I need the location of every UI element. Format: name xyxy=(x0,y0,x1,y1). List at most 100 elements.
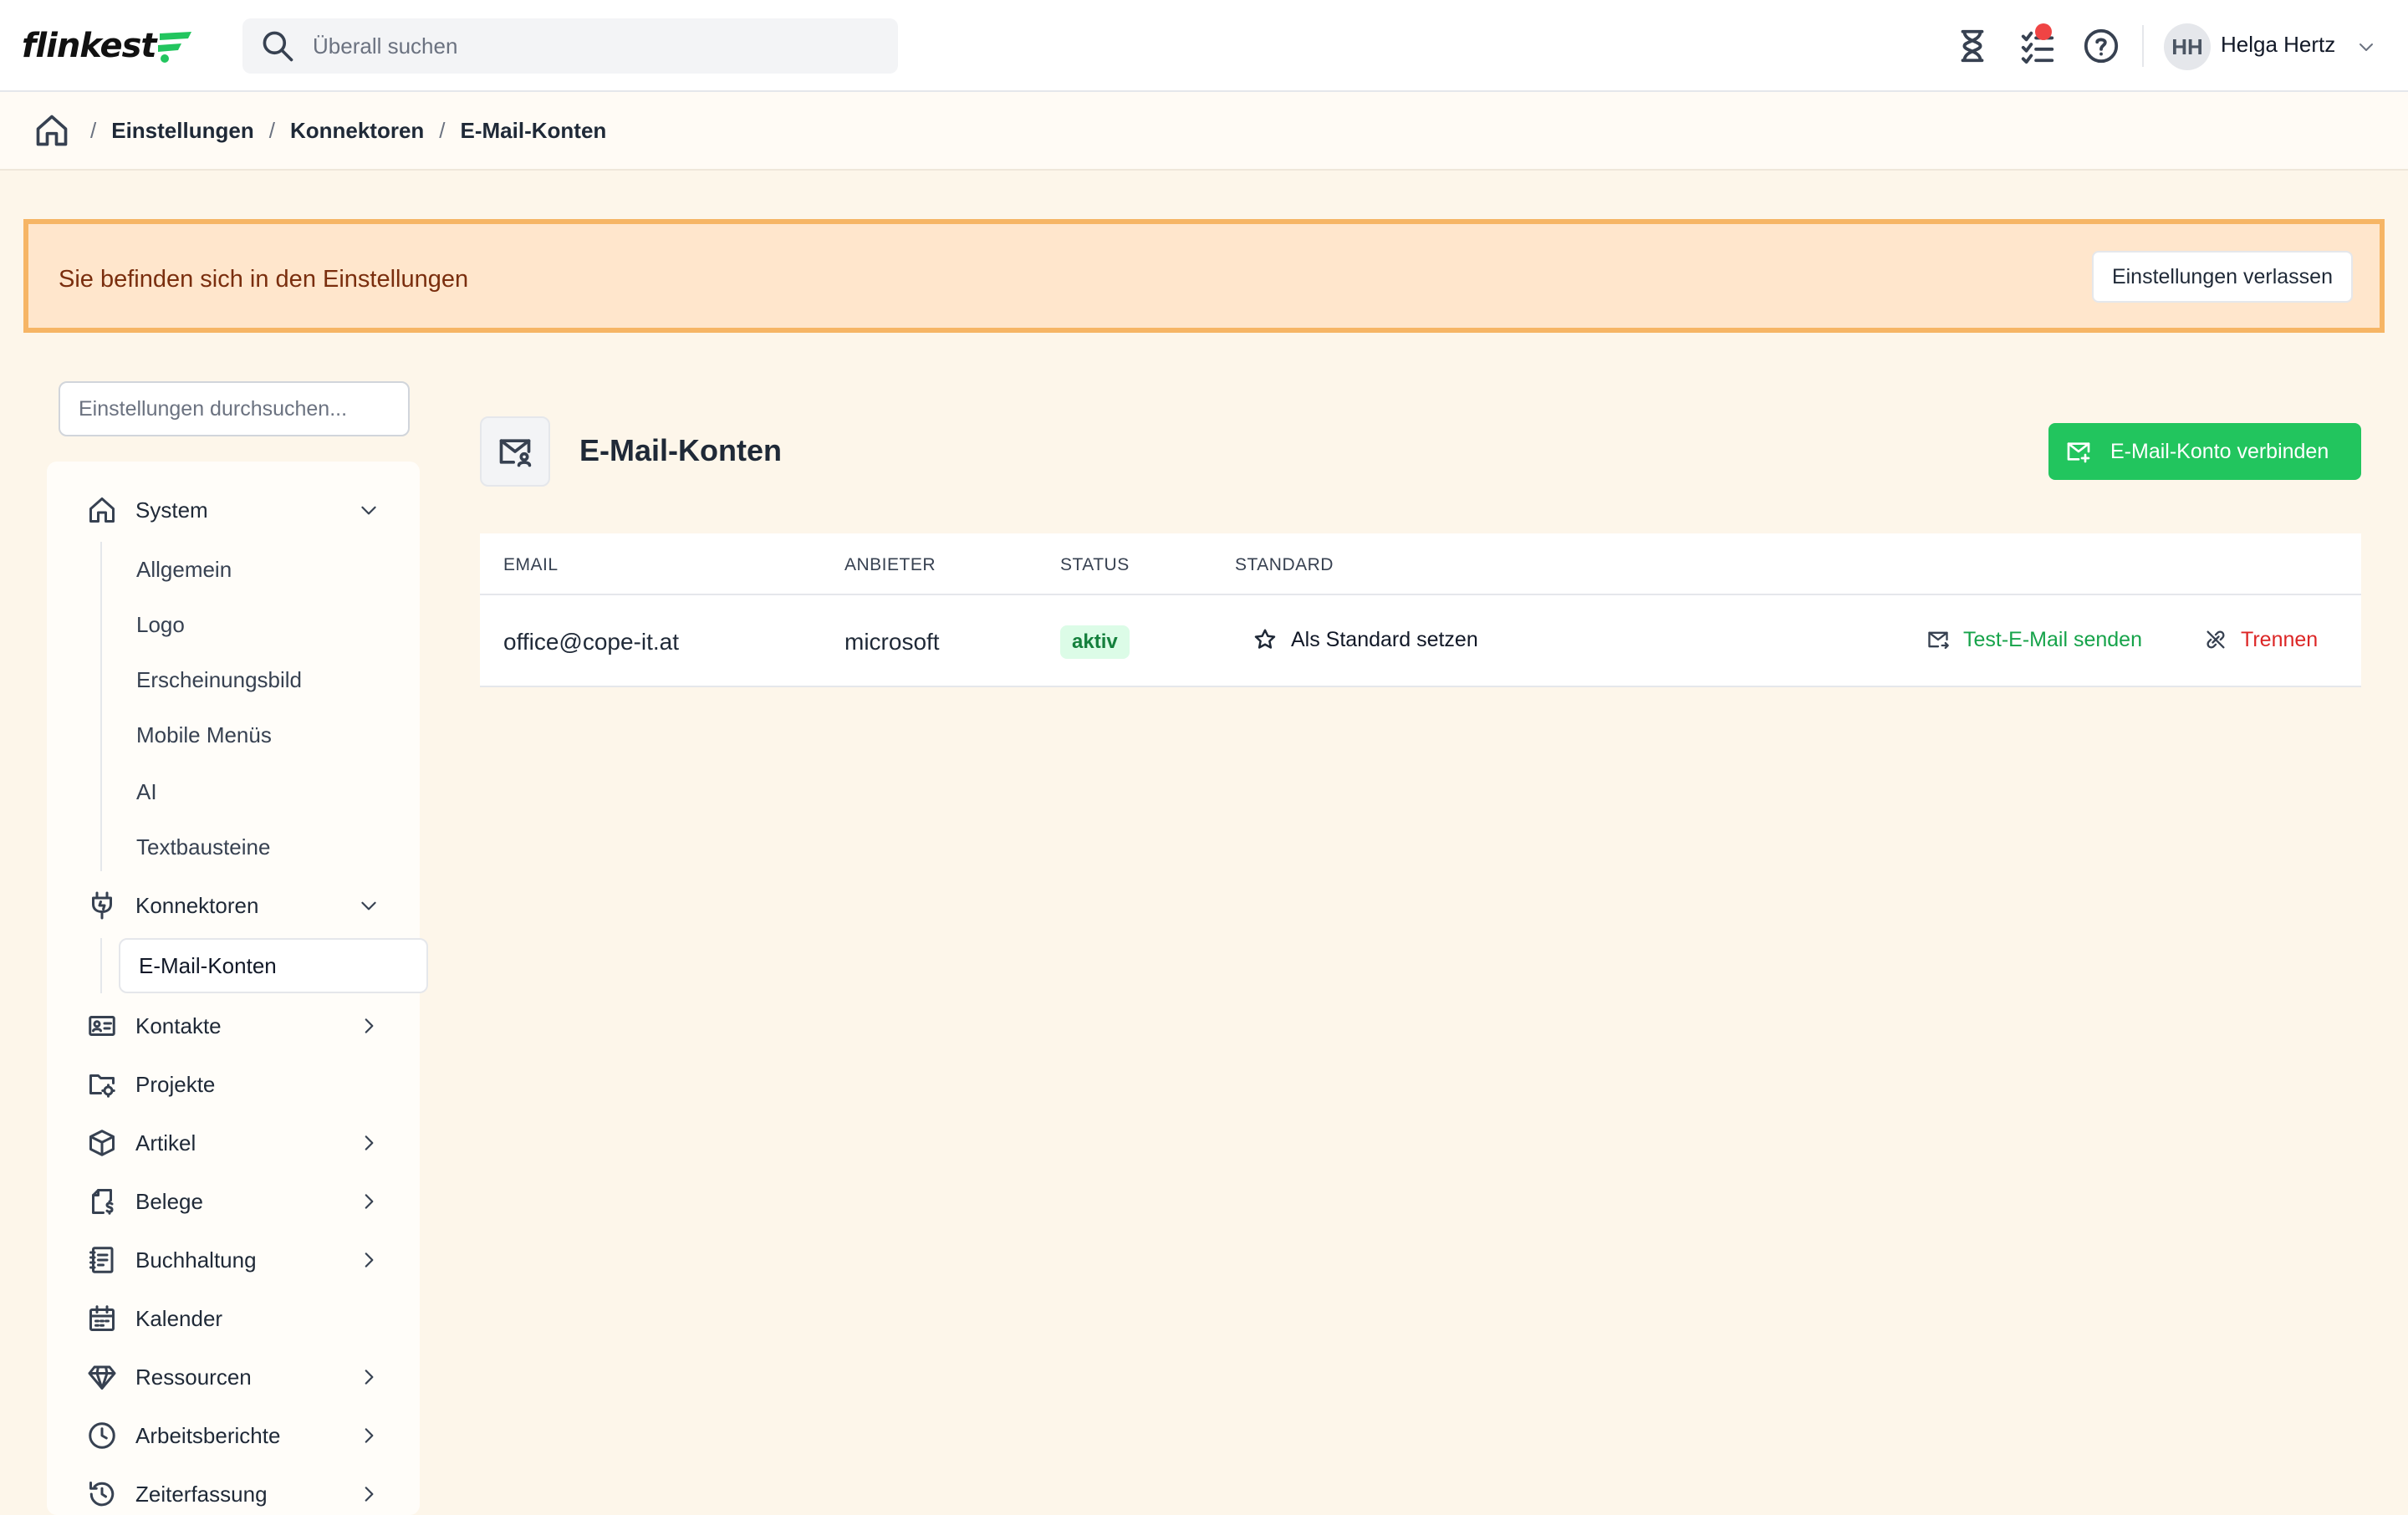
sidebar-item-label: Buchhaltung xyxy=(135,1247,257,1273)
disconnect-button[interactable]: Trennen xyxy=(2204,620,2318,659)
page-title: E-Mail-Konten xyxy=(579,433,782,467)
sidebar-item-label: Kontakte xyxy=(135,1013,222,1038)
breadcrumb-separator: / xyxy=(439,117,446,143)
disconnect-label: Trennen xyxy=(2241,627,2319,651)
sidebar-item-ressourcen[interactable]: Ressourcen xyxy=(87,1359,388,1395)
column-header-status: STATUS xyxy=(1060,555,1130,574)
status-badge: aktiv xyxy=(1060,625,1130,659)
star-icon xyxy=(1254,629,1276,649)
sidebar-subitem-mobile-menues[interactable]: Mobile Menüs xyxy=(136,722,272,748)
chevron-right-icon xyxy=(365,1194,374,1209)
topbar-divider xyxy=(2142,25,2144,67)
banner-text: Sie befinden sich in den Einstellungen xyxy=(59,266,469,293)
sidebar-item-zeiterfassung[interactable]: Zeiterfassung xyxy=(87,1476,388,1512)
breadcrumb-separator: / xyxy=(268,117,275,143)
sidebar-subitem-ai[interactable]: AI xyxy=(136,779,157,805)
chevron-right-icon xyxy=(365,1252,374,1268)
email-accounts-table: EMAIL ANBIETER STATUS STANDARD office@co… xyxy=(480,533,2361,687)
sidebar-item-label: Projekte xyxy=(135,1071,216,1097)
chevron-right-icon xyxy=(365,1135,374,1150)
sidebar-item-label: Artikel xyxy=(135,1130,196,1155)
submenu-guide-line xyxy=(100,938,102,993)
email-cell: office@cope-it.at xyxy=(503,629,680,655)
sidebar-subitem-textbausteine[interactable]: Textbausteine xyxy=(136,834,270,860)
chevron-down-icon xyxy=(361,901,376,911)
receipt-icon xyxy=(92,1189,114,1215)
search-icon xyxy=(263,31,293,62)
logo-mark-icon xyxy=(157,32,191,63)
sidebar-item-artikel[interactable]: Artikel xyxy=(87,1125,388,1161)
sidebar-item-kontakte[interactable]: Kontakte xyxy=(87,1007,388,1044)
mail-plus-icon xyxy=(2067,442,2090,463)
sidebar-item-label: Arbeitsberichte xyxy=(135,1422,281,1448)
sidebar-item-label: Kalender xyxy=(135,1305,223,1331)
unlink-icon xyxy=(2206,630,2225,649)
settings-search-input[interactable]: Einstellungen durchsuchen... xyxy=(59,381,410,436)
sidebar-subitem-logo[interactable]: Logo xyxy=(136,612,185,638)
sidebar-item-kalender[interactable]: Kalender xyxy=(87,1300,388,1337)
sidebar-item-konnektoren[interactable]: Konnektoren xyxy=(87,887,388,924)
sidebar-item-label: System xyxy=(135,497,208,523)
home-icon[interactable] xyxy=(33,112,70,149)
set-default-button[interactable]: Als Standard setzen xyxy=(1252,620,1478,659)
user-name[interactable]: Helga Hertz xyxy=(2221,32,2335,58)
app-logo[interactable]: flinkest xyxy=(22,22,195,70)
clock-icon xyxy=(89,1422,115,1449)
chevron-right-icon xyxy=(365,1370,374,1385)
contact-card-icon xyxy=(89,1016,115,1036)
plug-icon xyxy=(92,891,112,920)
chevron-down-icon xyxy=(361,506,376,515)
sidebar-item-arbeitsberichte[interactable]: Arbeitsberichte xyxy=(87,1417,388,1454)
column-header-email: EMAIL xyxy=(503,555,559,574)
box-icon xyxy=(89,1130,115,1156)
table-header: EMAIL ANBIETER STATUS STANDARD xyxy=(480,533,2361,595)
diamond-icon xyxy=(88,1365,116,1390)
submenu-guide-line xyxy=(100,542,102,871)
sidebar-item-belege[interactable]: Belege xyxy=(87,1183,388,1220)
breadcrumb-separator: / xyxy=(90,117,97,143)
chevron-right-icon xyxy=(365,1018,374,1033)
calendar-icon xyxy=(89,1305,115,1331)
breadcrumb: / Einstellungen / Konnektoren / E-Mail-K… xyxy=(0,92,2408,171)
provider-cell: microsoft xyxy=(844,629,940,655)
logo-text: flinkest xyxy=(22,27,157,65)
sidebar-item-label: Ressourcen xyxy=(135,1364,252,1390)
chevron-right-icon xyxy=(365,1487,374,1502)
sidebar-subitem-allgemein[interactable]: Allgemein xyxy=(136,557,232,583)
breadcrumb-einstellungen[interactable]: Einstellungen xyxy=(111,118,253,144)
page-icon-box xyxy=(480,416,550,487)
sidebar-item-label: Belege xyxy=(135,1188,203,1214)
sidebar-item-label: Konnektoren xyxy=(135,892,259,918)
settings-banner: Sie befinden sich in den Einstellungen E… xyxy=(23,219,2385,333)
send-test-email-button[interactable]: Test-E-Mail senden xyxy=(1926,620,2142,659)
avatar[interactable]: HH xyxy=(2164,23,2211,70)
hourglass-icon[interactable] xyxy=(1953,27,1992,65)
sidebar-item-projekte[interactable]: Projekte xyxy=(87,1066,388,1103)
settings-search-placeholder: Einstellungen durchsuchen... xyxy=(79,396,348,421)
send-test-email-label: Test-E-Mail senden xyxy=(1963,627,2142,651)
table-row: office@cope-it.at microsoft aktiv Als St… xyxy=(480,595,2361,687)
column-header-anbieter: ANBIETER xyxy=(844,555,936,574)
leave-settings-button[interactable]: Einstellungen verlassen xyxy=(2091,251,2353,303)
chevron-down-icon[interactable] xyxy=(2356,37,2376,57)
connect-email-account-label: E-Mail-Konto verbinden xyxy=(2110,439,2329,463)
folder-gear-icon xyxy=(89,1074,115,1098)
sidebar-item-system[interactable]: System xyxy=(87,492,388,528)
global-search-input[interactable]: Überall suchen xyxy=(242,18,898,74)
breadcrumb-email-konten[interactable]: E-Mail-Konten xyxy=(461,118,607,144)
chevron-right-icon xyxy=(365,1428,374,1443)
connect-email-account-button[interactable]: E-Mail-Konto verbinden xyxy=(2048,423,2361,480)
sidebar-item-buchhaltung[interactable]: Buchhaltung xyxy=(87,1242,388,1278)
set-default-label: Als Standard setzen xyxy=(1291,627,1478,651)
mail-send-icon xyxy=(1928,631,1949,650)
home-icon xyxy=(89,497,115,523)
top-bar: flinkest Überall suchen HH Helga Hertz xyxy=(0,0,2408,92)
mail-user-icon xyxy=(499,439,532,467)
column-header-standard: STANDARD xyxy=(1235,555,1334,574)
breadcrumb-konnektoren[interactable]: Konnektoren xyxy=(290,118,424,144)
sidebar-subitem-erscheinungsbild[interactable]: Erscheinungsbild xyxy=(136,667,302,693)
sidebar-subitem-email-konten[interactable]: E-Mail-Konten xyxy=(119,938,428,993)
ledger-icon xyxy=(89,1247,114,1273)
sidebar-item-label: Zeiterfassung xyxy=(135,1481,268,1507)
help-icon[interactable] xyxy=(2082,27,2120,65)
